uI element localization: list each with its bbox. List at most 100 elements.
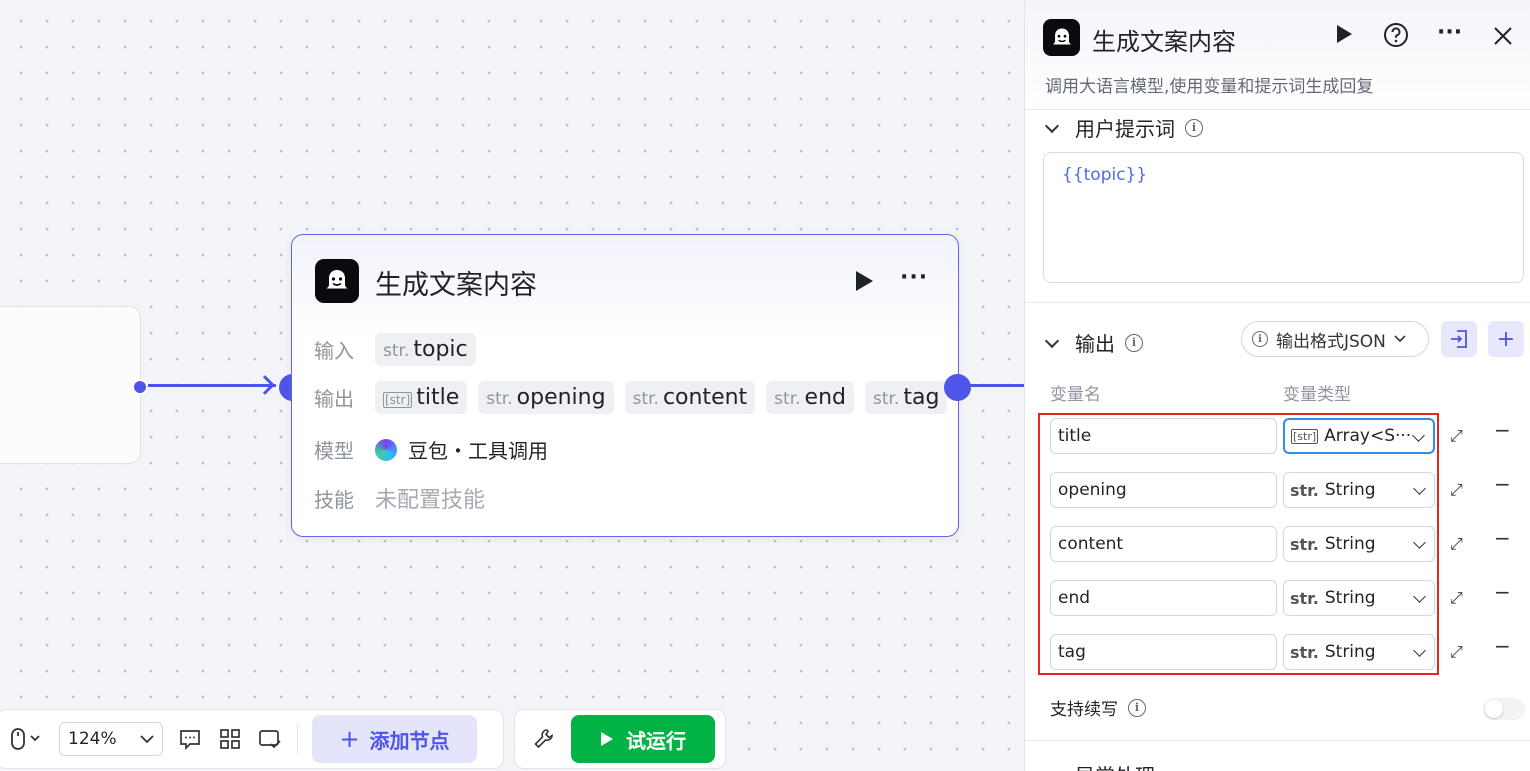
output-label: 输出 [314, 387, 354, 411]
panel-description: 调用大语言模型,使用变量和提示词生成回复 [1045, 77, 1374, 97]
skill-label: 技能 [314, 487, 354, 512]
comment-icon[interactable] [177, 726, 203, 752]
expand-icon[interactable]: ⤢ [1450, 642, 1463, 662]
expand-icon[interactable]: ⤢ [1450, 588, 1463, 608]
node-title: 生成文案内容 [375, 270, 537, 301]
remove-icon[interactable]: − [1494, 472, 1511, 496]
node-more-icon[interactable]: ··· [900, 265, 928, 290]
edge-arrowhead [255, 375, 275, 395]
import-icon [1451, 330, 1467, 348]
user-prompt-title: 用户提示词 [1075, 117, 1175, 141]
chip-name: content [662, 385, 748, 410]
plus-icon: + [1496, 326, 1516, 352]
add-node-button[interactable]: + 添加节点 [312, 715, 477, 763]
test-run-button[interactable]: 试运行 [571, 715, 715, 763]
zoom-select[interactable]: 124% [59, 722, 163, 756]
remove-icon[interactable]: − [1494, 634, 1511, 658]
import-output-button[interactable] [1441, 321, 1477, 357]
mouse-mode-icon[interactable] [7, 726, 45, 752]
output-title: 输出 [1075, 332, 1115, 356]
layout-grid-icon[interactable] [217, 726, 243, 752]
continue-write-label: 支持续写 [1050, 700, 1118, 720]
model-label: 模型 [314, 439, 354, 463]
user-prompt-editor[interactable]: {{topic}} [1043, 152, 1524, 283]
panel-header: 生成文案内容 ··· 调用大语言模型,使用变量和提示词生成回复 [1025, 0, 1530, 110]
chevron-down-icon [1044, 333, 1060, 348]
doubao-logo-icon [375, 438, 397, 461]
wrench-icon[interactable] [531, 726, 557, 752]
exception-title: 异常处理 [1075, 760, 1155, 771]
node-output-port[interactable] [944, 374, 971, 401]
remove-icon[interactable]: − [1494, 418, 1511, 442]
node-input-row: 输入 str. topic [314, 333, 476, 366]
type-tag: str. [486, 389, 513, 409]
output-section-header[interactable]: 输出 i [1041, 328, 1143, 357]
chip-name: end [804, 385, 846, 410]
continue-write-toggle[interactable] [1483, 698, 1525, 720]
minimap-icon[interactable] [257, 726, 283, 752]
expand-icon[interactable]: ⤢ [1450, 480, 1463, 500]
panel-llm-icon [1043, 19, 1080, 56]
info-icon[interactable]: i [1128, 698, 1146, 717]
output-chip: [str] title [375, 381, 468, 414]
model-value: 豆包・工具调用 [408, 439, 548, 463]
test-run-label: 试运行 [626, 728, 686, 753]
user-prompt-text: {{topic}} [1062, 165, 1148, 185]
type-tag: str. [872, 389, 900, 409]
chevron-down-icon [140, 735, 154, 744]
add-output-button[interactable]: + [1488, 321, 1524, 357]
previous-node[interactable] [0, 306, 141, 464]
previous-node-output-port[interactable] [132, 379, 148, 395]
workflow-canvas[interactable]: 生成文案内容 ··· 输入 str. topic 输出 [str] title … [0, 0, 1024, 771]
chip-name: topic [413, 337, 468, 362]
chevron-down-icon [1044, 118, 1060, 133]
llm-node-card[interactable]: 生成文案内容 ··· 输入 str. topic 输出 [str] title … [291, 234, 959, 537]
highlight-box [1038, 413, 1439, 675]
panel-title: 生成文案内容 [1092, 28, 1236, 56]
canvas-toolbar: 124% + 添加节点 [0, 709, 504, 769]
output-format-select[interactable]: i 输出格式JSON [1241, 321, 1429, 357]
expand-icon[interactable]: ⤢ [1450, 426, 1463, 446]
panel-more-icon[interactable]: ··· [1437, 20, 1462, 45]
chevron-down-icon [1394, 335, 1406, 343]
chip-name: title [416, 385, 460, 410]
type-tag: str. [774, 389, 801, 409]
chip-name: opening [516, 385, 606, 410]
continue-write-row: 支持续写 i [1050, 695, 1146, 720]
col-var-type: 变量类型 [1283, 385, 1351, 405]
expand-icon[interactable]: ⤢ [1450, 534, 1463, 554]
col-var-name: 变量名 [1050, 385, 1101, 405]
node-llm-icon [315, 259, 359, 303]
remove-icon[interactable]: − [1494, 526, 1511, 550]
node-skill-row: 技能 未配置技能 [314, 482, 485, 514]
input-label: 输入 [314, 339, 354, 363]
help-icon[interactable] [1383, 22, 1409, 52]
section-divider [1025, 740, 1530, 741]
user-prompt-section-header[interactable]: 用户提示词 i [1041, 113, 1203, 142]
type-tag: str. [632, 389, 659, 409]
section-divider [1025, 302, 1530, 303]
close-icon[interactable] [1493, 26, 1513, 50]
type-tag: [str] [383, 392, 413, 408]
plus-icon: + [339, 725, 360, 753]
play-icon [601, 732, 613, 746]
info-icon: i [1252, 331, 1268, 347]
output-chip: str. tag [864, 381, 948, 414]
info-icon[interactable]: i [1185, 118, 1203, 137]
exception-section-header[interactable]: 异常处理 [1041, 760, 1155, 771]
node-model-row: 模型 豆包・工具调用 [314, 435, 548, 464]
chevron-down-icon [1044, 765, 1060, 771]
chip-name: tag [903, 385, 940, 410]
zoom-value: 124% [68, 729, 117, 749]
skill-value: 未配置技能 [375, 488, 486, 513]
output-chip: str. content [624, 381, 756, 414]
run-toolbar: 试运行 [514, 709, 726, 769]
toolbar-divider [297, 724, 298, 754]
output-format-value: 输出格式JSON [1276, 331, 1386, 352]
node-run-icon[interactable] [854, 270, 874, 296]
info-icon[interactable]: i [1125, 333, 1143, 352]
panel-run-icon[interactable] [1335, 24, 1353, 48]
add-node-label: 添加节点 [369, 728, 450, 753]
remove-icon[interactable]: − [1494, 580, 1511, 604]
type-tag: str. [383, 341, 410, 361]
